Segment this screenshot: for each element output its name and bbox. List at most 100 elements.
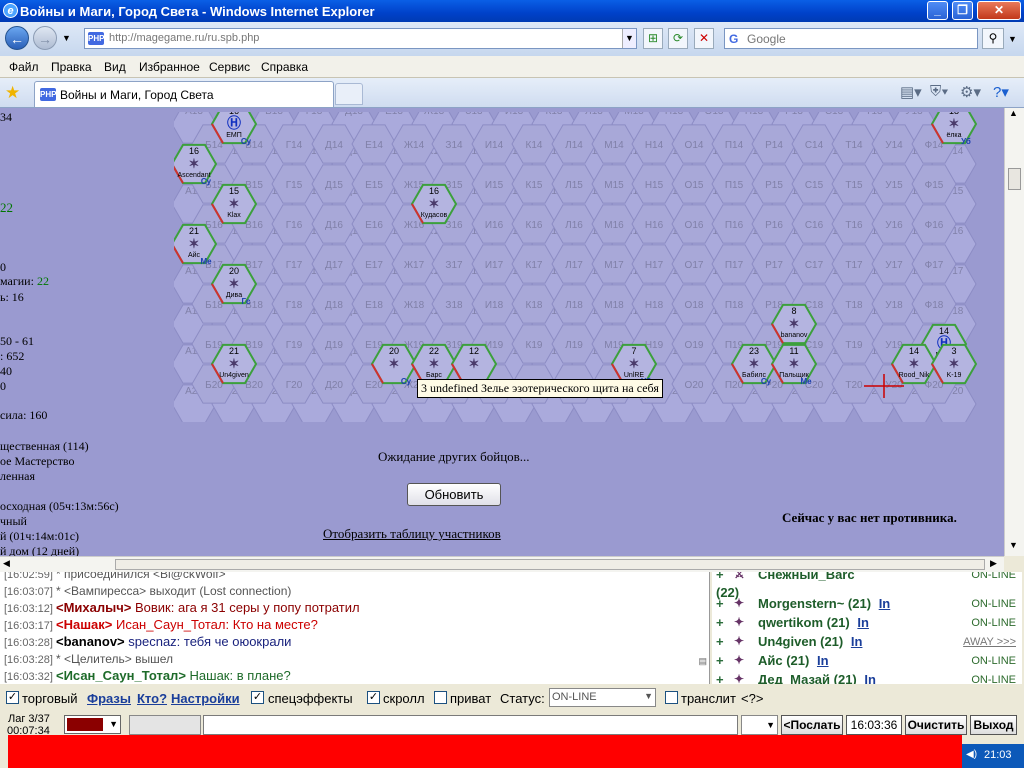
favorites-star-icon[interactable]: ★ (5, 83, 20, 103)
send-button[interactable]: <Послать (781, 715, 843, 735)
unit-level: 16 (189, 146, 199, 156)
info-line: 34 (0, 110, 12, 124)
status-select[interactable]: ON-LINE ▼ (549, 688, 656, 707)
user-info-link[interactable]: In (851, 634, 863, 649)
chat-nick[interactable]: <bananov> (56, 634, 125, 649)
hex-grid[interactable]: А13Б13В13Г13Д13Е13Ж13З13И13К13Л13М13Н13О… (174, 112, 1000, 422)
user-info-link[interactable]: In (879, 596, 891, 611)
expand-icon[interactable]: + (716, 653, 724, 668)
unit-token[interactable]: ✶8 bananov (770, 303, 818, 345)
chat-message-input[interactable] (203, 715, 738, 735)
hex-label: К15 (526, 180, 543, 191)
page-menu-icon[interactable]: ▤▾ (900, 83, 922, 101)
maximize-button[interactable]: ❐ (952, 1, 973, 20)
user-list-item[interactable]: + ✦ Un4given (21) In AWAY >>> (716, 634, 1016, 653)
private-checkbox[interactable] (434, 691, 447, 704)
tools-gear-icon[interactable]: ⚙▾ (960, 83, 981, 101)
user-name[interactable]: Morgenstern~ (21) In (758, 596, 890, 611)
translit-checkbox[interactable] (665, 691, 678, 704)
settings-link[interactable]: Настройки (171, 691, 240, 706)
user-list-item[interactable]: + ✦ Дед_Мазай (21) In ON-LINE (716, 672, 1016, 684)
search-button-icon[interactable]: ⚲ (982, 28, 1004, 49)
trade-checkbox[interactable]: ✓ (6, 691, 19, 704)
hex-label: А13 (185, 112, 203, 117)
horizontal-scroll-thumb[interactable] (115, 559, 985, 570)
user-info-link[interactable]: In (864, 672, 876, 684)
menu-help[interactable]: Справка (261, 60, 308, 74)
effects-checkbox[interactable]: ✓ (251, 691, 264, 704)
back-button[interactable]: ← (5, 26, 29, 50)
color-select[interactable]: ▼ (64, 715, 121, 734)
unit-token[interactable]: ✶14 Rood_Nik (890, 343, 938, 385)
url-path: /ru.spb.php (204, 32, 260, 44)
address-bar[interactable]: PHP http://magegame.ru/ru.spb.php ▼ (84, 28, 637, 49)
scroll-checkbox[interactable]: ✓ (367, 691, 380, 704)
clear-button[interactable]: Очистить (905, 715, 967, 735)
smiley-select[interactable]: ▼ (741, 715, 778, 735)
user-list-item[interactable]: + ✦ Айс (21) In ON-LINE (716, 653, 1016, 672)
close-window-button[interactable]: ✕ (977, 1, 1021, 20)
minimize-button[interactable]: _ (927, 1, 948, 20)
menu-edit[interactable]: Правка (51, 60, 92, 74)
history-dropdown-icon[interactable]: ▼ (62, 33, 71, 43)
chat-nick[interactable]: <Михалыч> (56, 600, 131, 615)
user-name[interactable]: Снежный_Barс (758, 572, 855, 582)
unit-level: 20 (229, 266, 239, 276)
who-link[interactable]: Кто? (137, 691, 167, 706)
expand-icon[interactable]: + (716, 672, 724, 684)
exit-button[interactable]: Выход (970, 715, 1017, 735)
menu-file[interactable]: Файл (9, 60, 39, 74)
menu-view[interactable]: Вид (104, 60, 126, 74)
unit-token[interactable]: ✶12 (450, 343, 498, 385)
new-tab-button[interactable] (335, 83, 363, 105)
unit-token[interactable]: ✶22 Барс (410, 343, 458, 385)
help-icon[interactable]: ?▾ (993, 83, 1009, 101)
recipient-field[interactable] (129, 715, 201, 735)
online-users-list[interactable]: + ⚔ Снежный_Barс (22) ON-LINE + ✦ Morgenstern~ … (712, 572, 1022, 684)
chat-nick[interactable]: <Исан_Саун_Тотал> (56, 668, 186, 683)
warrior-icon: ✶ (469, 356, 480, 371)
hex-label: Г20 (286, 380, 303, 391)
stop-icon[interactable]: ✕ (694, 28, 714, 49)
user-list-item[interactable]: + ✦ qwertikom (21) In ON-LINE (716, 615, 1016, 634)
refresh-button[interactable]: Обновить (407, 483, 501, 506)
tray-volume-icon[interactable]: ◀) (966, 749, 977, 760)
user-name[interactable]: Дед_Мазай (21) In (758, 672, 876, 684)
expand-icon[interactable]: + (716, 615, 724, 630)
safety-menu-icon[interactable]: ⛨▾ (930, 83, 949, 100)
user-name[interactable]: qwertikom (21) In (758, 615, 869, 630)
vertical-scrollbar[interactable]: ▲ ▼ (1004, 108, 1024, 556)
user-name[interactable]: Un4given (21) In (758, 634, 862, 649)
unit-token[interactable]: ✶21 Un4given (210, 343, 258, 385)
expand-icon[interactable]: + (716, 596, 724, 611)
chat-log[interactable]: [16:02:59] * присоединился <Bl@ckWolf> [1… (0, 572, 710, 684)
menu-favorites[interactable]: Избранное (139, 60, 200, 74)
chat-scroll-icon[interactable]: ▤ (698, 656, 707, 667)
search-input[interactable]: G Google (724, 28, 978, 49)
user-list-item[interactable]: + ⚔ Снежный_Barс (22) ON-LINE (716, 572, 1016, 600)
unit-token[interactable]: ✶15 Klax (210, 183, 258, 225)
hex-label: К16 (526, 220, 543, 231)
user-list-item[interactable]: + ✦ Morgenstern~ (21) In ON-LINE (716, 596, 1016, 615)
user-name[interactable]: Айс (21) In (758, 653, 829, 668)
phrases-link[interactable]: Фразы (87, 691, 131, 706)
unit-token[interactable]: ✶3 K-19 (930, 343, 978, 385)
vertical-scroll-thumb[interactable] (1008, 168, 1021, 190)
search-options-icon[interactable]: ▼ (1008, 34, 1017, 44)
expand-icon[interactable]: + (716, 634, 724, 649)
forward-button[interactable]: → (33, 26, 57, 50)
tab-active[interactable]: PHP Войны и Маги, Город Света (34, 81, 334, 107)
refresh-icon[interactable]: ⟳ (668, 28, 688, 49)
horizontal-scrollbar[interactable]: ◀ ▶ (0, 556, 1004, 572)
user-info-link[interactable]: In (857, 615, 869, 630)
chat-nick[interactable]: <Нашак> (56, 617, 112, 632)
unit-token[interactable]: ✶16 Кудасов (410, 183, 458, 225)
translit-help-link[interactable]: <?> (741, 691, 763, 706)
chat-message: [16:03:28] <bananov> specnaz: тебя че ою… (4, 634, 291, 649)
menu-tools[interactable]: Сервис (209, 60, 250, 74)
user-info-link[interactable]: In (817, 653, 829, 668)
address-dropdown-icon[interactable]: ▼ (622, 29, 636, 48)
chevron-down-icon: ▼ (644, 691, 653, 701)
show-participants-link[interactable]: Отобразить таблицу участников (323, 526, 501, 542)
compatibility-icon[interactable]: ⊞ (643, 28, 663, 49)
